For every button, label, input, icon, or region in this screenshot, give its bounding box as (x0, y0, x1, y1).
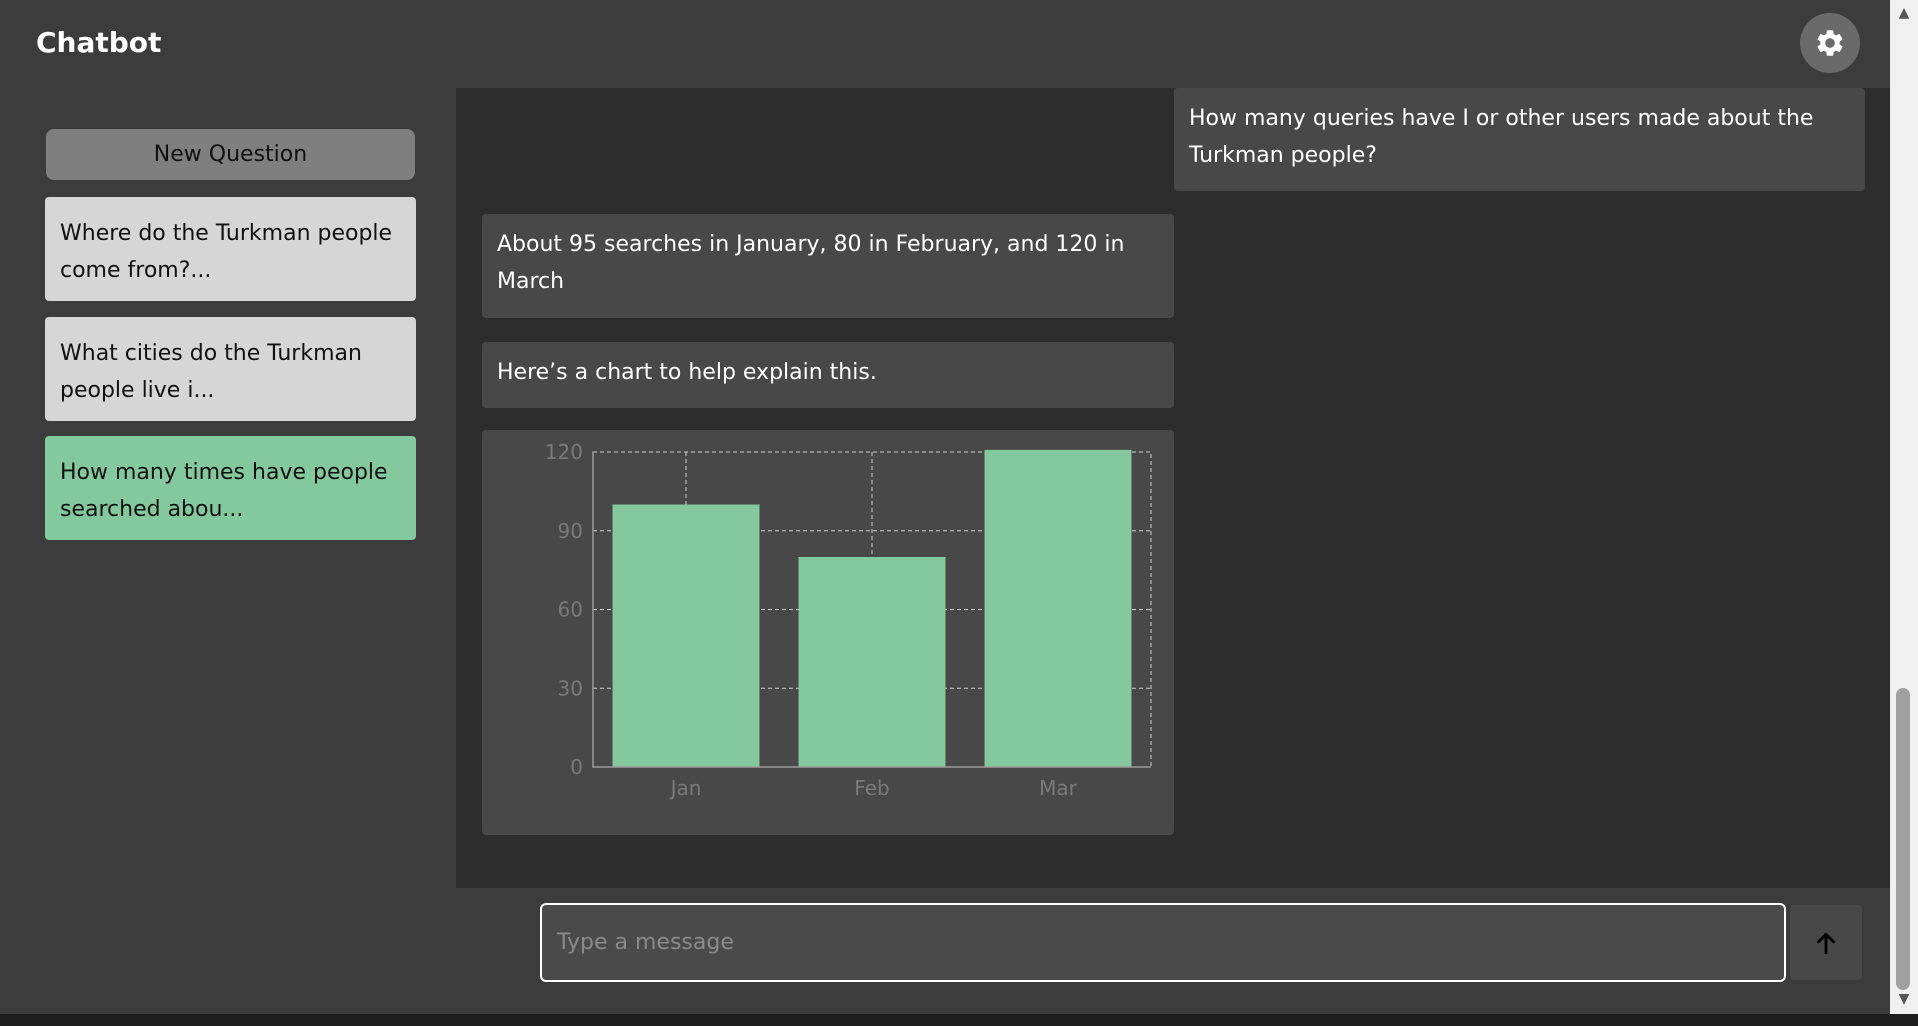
bot-message: About 95 searches in January, 80 in Febr… (482, 214, 1174, 318)
chart-bar (984, 449, 1132, 767)
new-question-button[interactable]: New Question (46, 129, 415, 180)
scroll-down-icon[interactable]: ▼ (1890, 988, 1918, 1010)
settings-button[interactable] (1800, 13, 1860, 73)
taskbar-strip (0, 1014, 1918, 1026)
y-tick-label: 30 (558, 676, 583, 700)
y-tick-label: 0 (570, 755, 583, 779)
bot-message: Here’s a chart to help explain this. (482, 342, 1174, 408)
app-title: Chatbot (36, 26, 162, 59)
user-message: How many queries have I or other users m… (1174, 88, 1865, 191)
y-tick-label: 120 (545, 440, 583, 464)
sidebar: New Question Where do the Turkman people… (0, 88, 456, 1014)
send-button[interactable] (1790, 905, 1862, 980)
gear-icon (1817, 30, 1843, 56)
app-window: Chatbot New Question Where do the Turkma… (0, 0, 1890, 1014)
chart-card: 0 30 60 90 120 Jan Feb Mar (482, 430, 1174, 835)
x-tick-label: Feb (854, 776, 889, 800)
scroll-up-icon[interactable]: ▲ (1890, 2, 1918, 24)
chart-bar (612, 504, 760, 767)
x-tick-label: Mar (1039, 776, 1078, 800)
x-tick-label: Jan (669, 776, 702, 800)
bar-chart: 0 30 60 90 120 Jan Feb Mar (545, 440, 1152, 800)
arrow-up-icon (1817, 932, 1835, 954)
scroll-thumb[interactable] (1896, 688, 1910, 990)
y-tick-label: 60 (558, 598, 583, 622)
sidebar-item-turkman-origin[interactable]: Where do the Turkman people come from?..… (45, 197, 416, 301)
header: Chatbot (0, 0, 1890, 88)
scrollbar[interactable]: ▲ ▼ (1890, 0, 1918, 1014)
y-tick-label: 90 (558, 519, 583, 543)
message-input[interactable] (540, 903, 1786, 982)
sidebar-item-search-count[interactable]: How many times have people searched abou… (45, 436, 416, 540)
sidebar-item-turkman-cities[interactable]: What cities do the Turkman people live i… (45, 317, 416, 421)
chart-bar (798, 557, 946, 767)
